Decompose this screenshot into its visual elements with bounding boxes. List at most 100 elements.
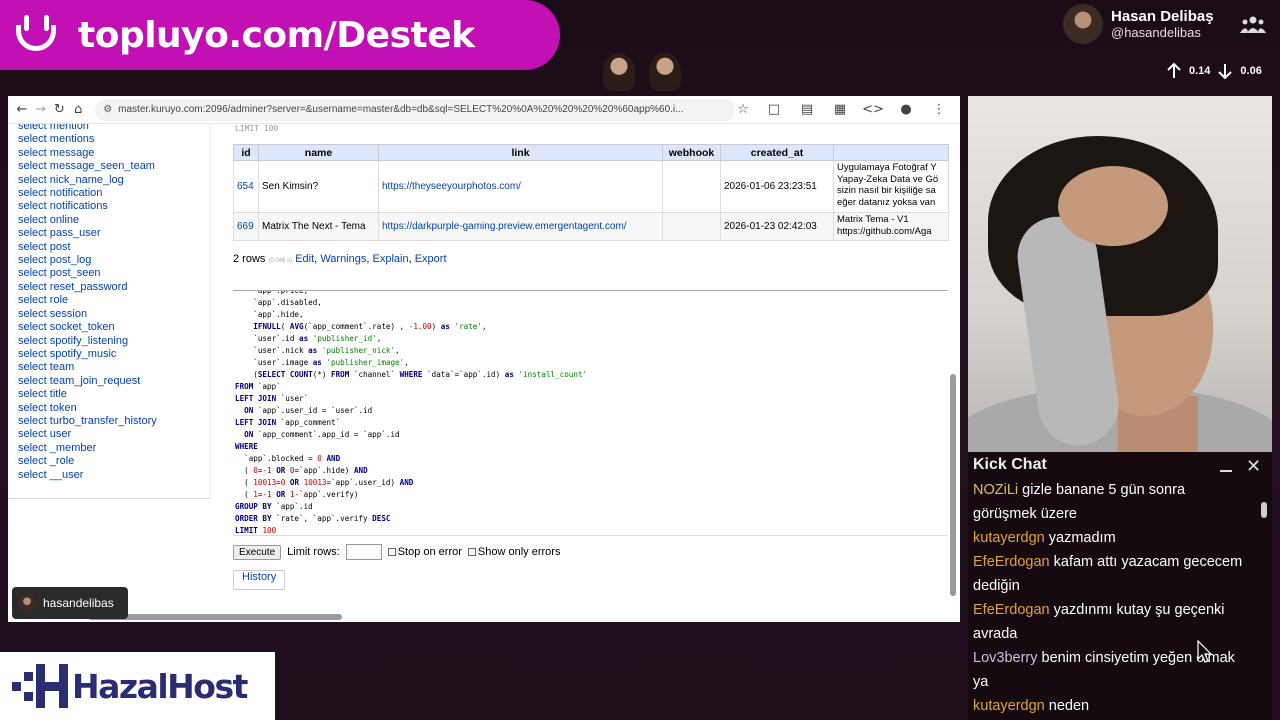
banner-text: topluyo.com/Destek xyxy=(78,14,475,56)
cell-link[interactable]: https://darkpurple-gaming.preview.emerge… xyxy=(378,212,663,241)
apps-grid-icon[interactable]: ▦ xyxy=(828,98,852,122)
webcam-feed xyxy=(968,96,1272,452)
column-header[interactable]: created_at xyxy=(720,144,834,161)
sidebar-divider xyxy=(8,498,211,499)
warnings-link[interactable]: Warnings xyxy=(320,253,366,265)
cell-id[interactable]: 669 xyxy=(233,212,259,241)
sidebar-table-link[interactable]: select team xyxy=(18,361,210,374)
reload-icon[interactable]: ↻ xyxy=(52,98,68,122)
limit-rows-label: Limit rows: xyxy=(287,546,340,558)
sidebar-table-link[interactable]: select post xyxy=(18,241,210,254)
cell-created-at: 2026-01-23 02:42:03 xyxy=(720,212,834,241)
browser-window: ← → ↻ ⌂ ⚙ master.kuruyo.com:2096/adminer… xyxy=(8,96,960,622)
chat-username[interactable]: EfeErdogan xyxy=(973,602,1050,618)
cell-name: Sen Kimsin? xyxy=(258,160,379,213)
execute-button[interactable]: Execute xyxy=(233,544,282,560)
sidebar-table-link[interactable]: select nick_name_log xyxy=(18,174,210,187)
forward-arrow-icon[interactable]: → xyxy=(33,98,49,122)
table-header-row: id name link webhook created_at xyxy=(233,144,949,161)
sidebar-table-link[interactable]: select _member xyxy=(18,442,210,455)
network-stats: 0.14 0.06 xyxy=(1165,62,1262,80)
table-list: select mention select mentions select mess… xyxy=(18,124,210,482)
cell-id[interactable]: 654 xyxy=(233,160,259,213)
sidebar-table-link[interactable]: select notification xyxy=(18,187,210,200)
sidebar-table-link[interactable]: select mention xyxy=(18,124,210,133)
show-only-errors-checkbox[interactable]: Show only errors xyxy=(467,546,560,558)
sidebar-table-link[interactable]: select team_join_request xyxy=(18,375,210,388)
profile-avatar-icon[interactable]: ● xyxy=(894,98,918,122)
column-header[interactable]: webhook xyxy=(662,144,721,161)
sidebar-table-link[interactable]: select message xyxy=(18,147,210,160)
vertical-scrollbar[interactable] xyxy=(949,130,957,620)
menu-kebab-icon[interactable]: ⋮ xyxy=(927,98,951,122)
sidebar-table-link[interactable]: select token xyxy=(18,402,210,415)
hazalhost-logo-icon xyxy=(10,664,70,708)
cell-description: Matrix Tema - V1 https://github.com/Aga xyxy=(833,212,949,241)
main-panel: LIMIT 100 id name link webhook created_a… xyxy=(233,124,949,590)
sidebar-table-link[interactable]: select online xyxy=(18,214,210,227)
minimize-icon[interactable] xyxy=(1220,460,1232,472)
sidebar-table-link[interactable]: select spotify_listening xyxy=(18,335,210,348)
sidebar-table-link[interactable]: select role xyxy=(18,294,210,307)
sidebar-table-link[interactable]: select notifications xyxy=(18,200,210,213)
cell-description: Uygulamaya Fotoğraf Y Yapay-Zeka Data ve… xyxy=(833,160,949,213)
sidebar-table-link[interactable]: select mentions xyxy=(18,133,210,146)
sidebar-table-link[interactable]: select post_log xyxy=(18,254,210,267)
sidebar-table-link[interactable]: select __user xyxy=(18,469,210,482)
page-content: select mention select mentions select mess… xyxy=(8,124,960,622)
column-header[interactable] xyxy=(833,144,949,161)
sql-editor[interactable]: `app`.price, `app`.disabled, `app`.hide,… xyxy=(233,290,948,536)
sidebar-table-link[interactable]: select message_seen_team xyxy=(18,160,210,173)
sidebar-table-link[interactable]: select _role xyxy=(18,455,210,468)
people-icon[interactable] xyxy=(1240,14,1266,34)
sidebar-table-link[interactable]: select pass_user xyxy=(18,227,210,240)
bookmark-star-icon[interactable]: ☆ xyxy=(735,98,751,122)
devtools-code-icon[interactable]: <> xyxy=(861,98,885,122)
viewer-avatar xyxy=(649,53,681,91)
sidebar-table-link[interactable]: select user xyxy=(18,428,210,441)
tables-sidebar: select mention select mentions select mess… xyxy=(8,124,211,498)
sidebar-table-link[interactable]: select turbo_transfer_history xyxy=(18,415,210,428)
user-chip-name: hasandelibas xyxy=(43,596,114,610)
smiley-logo-icon xyxy=(10,7,66,63)
close-icon[interactable]: ✕ xyxy=(1246,456,1261,477)
back-arrow-icon[interactable]: ← xyxy=(14,98,30,122)
home-icon[interactable]: ⌂ xyxy=(70,98,86,122)
chat-text: yazmadım xyxy=(1048,530,1116,546)
limit-rows-input[interactable] xyxy=(345,544,382,560)
cast-icon[interactable]: ▤ xyxy=(795,98,819,122)
column-header[interactable]: id xyxy=(233,144,259,161)
column-header[interactable]: name xyxy=(258,144,379,161)
download-value: 0.06 xyxy=(1240,65,1262,77)
column-header[interactable]: link xyxy=(378,144,663,161)
sidebar-table-link[interactable]: select post_seen xyxy=(18,267,210,280)
edit-link[interactable]: Edit xyxy=(295,253,314,265)
sidebar-table-link[interactable]: select spotify_music xyxy=(18,348,210,361)
row-count: 2 rows xyxy=(233,253,266,265)
explain-link[interactable]: Explain xyxy=(373,253,409,265)
chat-message: kutayerdgn neden xyxy=(973,694,1252,718)
chat-username[interactable]: EfeErdogan xyxy=(973,554,1050,570)
address-bar[interactable]: ⚙ master.kuruyo.com:2096/adminer?server=… xyxy=(95,98,736,121)
export-link[interactable]: Export xyxy=(415,253,447,265)
history-link[interactable]: History xyxy=(233,570,286,590)
sidebar-table-link[interactable]: select reset_password xyxy=(18,281,210,294)
sidebar-table-link[interactable]: select session xyxy=(18,308,210,321)
cell-webhook xyxy=(662,212,721,241)
chat-username[interactable]: Lov3berry xyxy=(973,650,1037,666)
cell-link[interactable]: https://theyseeyourphotos.com/ xyxy=(378,160,663,213)
chat-username[interactable]: NOZiLi xyxy=(973,482,1018,498)
site-info-icon[interactable]: ⚙ xyxy=(103,104,112,115)
chat-username[interactable]: kutayerdgn xyxy=(973,530,1045,546)
chat-username[interactable]: kutayerdgn xyxy=(973,698,1045,714)
chat-header: Kick Chat ✕ xyxy=(968,452,1272,478)
browser-toolbar: ← → ↻ ⌂ ⚙ master.kuruyo.com:2096/adminer… xyxy=(8,96,960,124)
chat-scrollbar[interactable] xyxy=(1260,498,1268,708)
viewer-avatar xyxy=(603,53,635,91)
chat-messages: NOZiLi gizle banane 5 gün sonra görüşmek… xyxy=(968,478,1272,718)
extensions-icon[interactable]: □ xyxy=(762,98,786,122)
stop-on-error-checkbox[interactable]: Stop on error xyxy=(387,546,462,558)
sql-text: `app`.price, `app`.disabled, `app`.hide,… xyxy=(235,290,588,535)
sidebar-table-link[interactable]: select title xyxy=(18,388,210,401)
sidebar-table-link[interactable]: select socket_token xyxy=(18,321,210,334)
